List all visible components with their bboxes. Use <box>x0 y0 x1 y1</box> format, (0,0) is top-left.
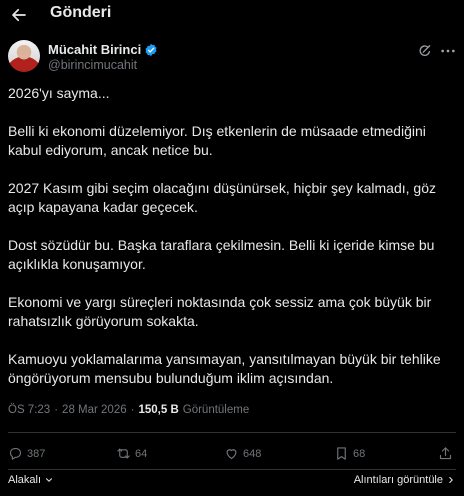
tweet-paragraph: 2027 Kasım gibi seçim olacağını düşünürs… <box>8 180 436 215</box>
footer-bar: Alakalı Alıntıları görüntüle <box>0 470 464 492</box>
like-count: 648 <box>243 447 262 460</box>
heart-icon <box>226 449 237 460</box>
back-button[interactable] <box>8 4 30 26</box>
reply-button[interactable]: 387 <box>8 446 45 461</box>
chevron-right-icon <box>449 476 453 484</box>
bookmark-count: 68 <box>353 447 366 460</box>
author-handle[interactable]: @birincimucahit <box>48 58 137 72</box>
avatar[interactable] <box>8 40 40 72</box>
verified-badge-icon <box>145 43 157 56</box>
like-button[interactable]: 648 <box>224 446 261 461</box>
meta-separator: · <box>130 404 135 416</box>
tweet-paragraph: Ekonomi ve yargı süreçleri noktasında ço… <box>8 294 432 329</box>
chevron-down-icon <box>46 478 53 482</box>
relevance-label: Alakalı <box>8 474 42 486</box>
retweet-button[interactable]: 64 <box>116 446 147 461</box>
tweet-paragraph: Kamuoyu yoklamalarıma yansımayan, yansıt… <box>8 351 441 386</box>
retweet-icon <box>117 448 130 459</box>
bookmark-icon <box>337 447 346 460</box>
more-options-icon[interactable] <box>440 44 456 58</box>
grok-icon[interactable] <box>418 44 432 58</box>
share-button[interactable] <box>438 446 453 461</box>
bookmark-button[interactable]: 68 <box>334 446 365 461</box>
tweet-paragraph: 2026'yı sayma... <box>8 85 110 101</box>
reply-count: 387 <box>27 447 46 460</box>
views-count: 150,5 B <box>138 404 179 416</box>
views-label: Görüntüleme <box>182 404 250 416</box>
view-quotes-label: Alıntıları görüntüle <box>353 474 443 486</box>
arrow-left-icon <box>12 8 26 22</box>
tweet-author: Mücahit Birinci @birincimucahit <box>8 40 456 80</box>
tweet-text: 2026'yı sayma... Belli ki ekonomi düzele… <box>8 84 456 407</box>
tweet-meta: ÖS 7:23 · 28 Mar 2026 · 150,5 B Görüntül… <box>8 404 249 416</box>
divider <box>8 432 456 433</box>
action-bar: 387 64 648 68 <box>8 446 456 468</box>
page-title: Gönderi <box>50 4 112 21</box>
reply-icon <box>9 447 22 460</box>
relevance-sort-button[interactable]: Alakalı <box>8 474 54 486</box>
tweet-paragraph: Dost sözüdür bu. Başka taraflara çekilme… <box>8 237 435 272</box>
tweet-date[interactable]: 28 Mar 2026 <box>62 404 127 416</box>
author-name-row: Mücahit Birinci <box>48 42 158 57</box>
meta-separator: · <box>54 404 59 416</box>
author-name[interactable]: Mücahit Birinci <box>48 42 141 57</box>
tweet-paragraph: Belli ki ekonomi düzelemiyor. Dış etkenl… <box>8 123 426 158</box>
tweet-time[interactable]: ÖS 7:23 <box>8 404 50 416</box>
share-icon <box>439 447 452 460</box>
top-bar: Gönderi <box>0 0 464 30</box>
view-quotes-link[interactable]: Alıntıları görüntüle <box>354 474 456 486</box>
retweet-count: 64 <box>135 447 148 460</box>
